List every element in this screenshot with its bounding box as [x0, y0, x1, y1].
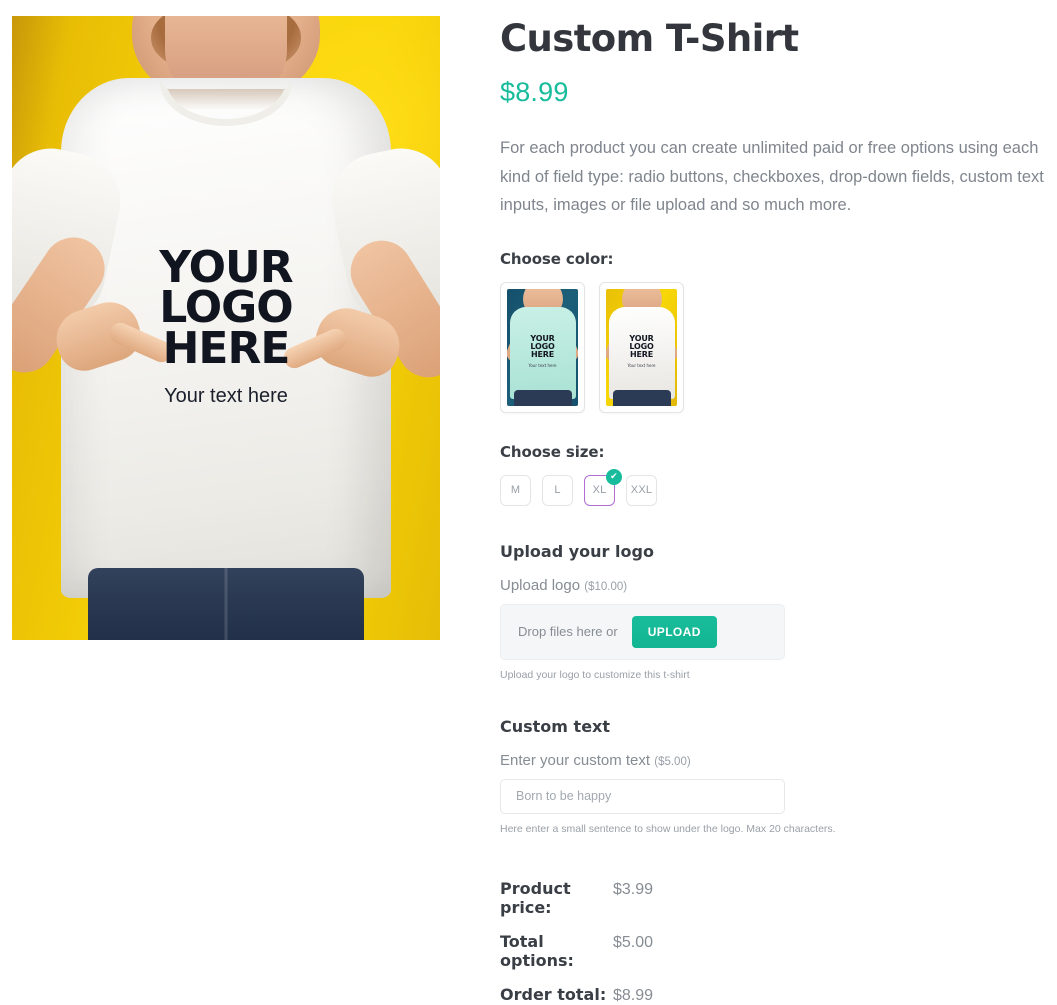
- size-option-xl[interactable]: XL ✔: [584, 468, 622, 506]
- swatch-print-line-3: HERE: [531, 349, 554, 359]
- upload-option-text: Upload logo: [500, 576, 581, 594]
- check-icon: ✔: [606, 468, 622, 485]
- total-options-label: Total options:: [500, 931, 574, 970]
- page-title: Custom T-Shirt: [500, 17, 799, 60]
- swatch-print-sub: Your text here: [627, 362, 656, 368]
- summary-row-total-options: Total options: $5.00: [500, 932, 1057, 970]
- description-line-3: inputs, images or file upload and so muc…: [500, 196, 852, 215]
- custom-text-option-price: ($5.00): [654, 755, 691, 768]
- product-info: Custom T-Shirt $8.99 For each product yo…: [440, 0, 1057, 1005]
- size-option-m[interactable]: M: [500, 474, 531, 506]
- product-hero-image[interactable]: YOUR LOGO HERE Your text here: [12, 16, 440, 640]
- upload-help-text: Upload your logo to customize this t-shi…: [500, 668, 690, 681]
- model-figure: YOUR LOGO HERE Your text here: [12, 16, 440, 640]
- upload-button[interactable]: UPLOAD: [631, 615, 717, 648]
- upload-option-label: Upload logo ($10.00): [500, 577, 1057, 594]
- custom-text-option-text: Enter your custom text: [500, 751, 651, 769]
- product-page: YOUR LOGO HERE Your text here Custom T-S…: [0, 0, 1057, 1005]
- swatch-jeans: [612, 389, 671, 406]
- model-jeans: [88, 568, 364, 640]
- order-total-label: Order total:: [500, 984, 607, 1004]
- upload-section-title: Upload your logo: [500, 541, 654, 561]
- custom-text-option-label: Enter your custom text ($5.00): [500, 752, 1057, 769]
- description-line-2: kind of field type: radio buttons, check…: [500, 167, 1044, 186]
- dropzone-text: Drop files here or: [518, 624, 618, 640]
- swatch-print-line-3: HERE: [630, 349, 653, 359]
- file-dropzone[interactable]: Drop files here or UPLOAD: [500, 603, 785, 660]
- choose-size-label: Choose size:: [500, 442, 605, 461]
- color-swatch-list: YOUR LOGO HERE Your text here YOUR LOGO …: [500, 281, 1057, 413]
- product-price-value: $3.99: [613, 880, 654, 898]
- total-options-value: $5.00: [613, 933, 654, 951]
- choose-color-label: Choose color:: [500, 249, 614, 268]
- size-option-xl-label: XL: [592, 484, 607, 497]
- tshirt-collar: [160, 82, 292, 126]
- swatch-print: YOUR LOGO HERE Your text here: [612, 334, 672, 368]
- product-price: $8.99: [500, 77, 569, 108]
- size-option-list: M L XL ✔ XXL: [500, 468, 1057, 506]
- custom-text-section-title: Custom text: [500, 716, 611, 736]
- order-total-value: $8.99: [613, 986, 654, 1004]
- price-summary: Product price: $3.99 Total options: $5.0…: [500, 879, 1057, 1005]
- size-option-l[interactable]: L: [542, 474, 573, 506]
- summary-row-product-price: Product price: $3.99: [500, 879, 1057, 917]
- color-swatch-white[interactable]: YOUR LOGO HERE Your text here: [599, 281, 684, 413]
- upload-option-price: ($10.00): [584, 580, 628, 593]
- product-gallery: YOUR LOGO HERE Your text here: [0, 0, 440, 640]
- color-swatch-mint[interactable]: YOUR LOGO HERE Your text here: [500, 281, 585, 413]
- product-price-label: Product price:: [500, 878, 571, 917]
- swatch-print: YOUR LOGO HERE Your text here: [513, 334, 573, 368]
- custom-text-input[interactable]: [500, 778, 785, 814]
- size-option-xxl[interactable]: XXL: [626, 474, 657, 506]
- swatch-print-sub: Your text here: [528, 362, 557, 368]
- swatch-jeans: [513, 389, 572, 406]
- summary-row-order-total: Order total: $8.99: [500, 985, 1057, 1005]
- custom-text-help-text: Here enter a small sentence to show unde…: [500, 822, 836, 835]
- product-description: For each product you can create unlimite…: [500, 134, 1057, 219]
- description-line-1: For each product you can create unlimite…: [500, 139, 1039, 158]
